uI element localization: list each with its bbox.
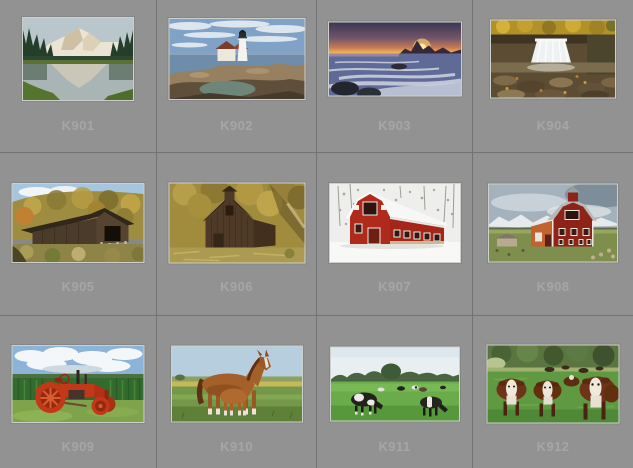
photo-k904-scene <box>491 21 615 98</box>
photo-k908-scene <box>489 185 617 262</box>
thumbnail-k901[interactable] <box>22 17 134 101</box>
gallery-item[interactable]: K904 <box>473 0 633 152</box>
photo-k905-scene <box>13 184 144 262</box>
gallery-item[interactable]: K909 <box>0 316 156 468</box>
thumbnail-label: K910 <box>157 440 316 454</box>
photo-k910-scene <box>172 347 302 422</box>
thumbnail-label: K908 <box>473 280 633 294</box>
photo-k909-scene <box>13 346 144 422</box>
thumbnail-k911[interactable] <box>330 347 460 422</box>
gallery-item[interactable]: K906 <box>157 153 316 315</box>
photo-grid: K901 <box>0 0 633 468</box>
photo-k907-scene <box>330 184 460 262</box>
gallery-item[interactable]: K910 <box>157 316 316 468</box>
gallery-item[interactable]: K911 <box>317 316 472 468</box>
thumbnail-k910[interactable] <box>171 346 303 423</box>
thumbnail-k903[interactable] <box>328 22 462 97</box>
gallery-item[interactable]: K912 <box>473 316 633 468</box>
gallery-item[interactable]: K902 <box>157 0 316 152</box>
thumbnail-label: K909 <box>0 440 156 454</box>
gallery-item[interactable]: K903 <box>317 0 472 152</box>
photo-k906-scene <box>169 184 304 263</box>
thumbnail-label: K906 <box>157 280 316 294</box>
gallery-item[interactable]: K901 <box>0 0 156 152</box>
photo-k911-scene <box>331 348 459 421</box>
thumbnail-k906[interactable] <box>168 183 305 264</box>
thumbnail-label: K912 <box>473 440 633 454</box>
thumbnail-label: K904 <box>473 119 633 133</box>
thumbnail-label: K907 <box>317 280 472 294</box>
gallery-item[interactable]: K908 <box>473 153 633 315</box>
thumbnail-k904[interactable] <box>490 20 616 99</box>
thumbnail-label: K902 <box>157 119 316 133</box>
photo-k901-scene <box>23 18 133 100</box>
photo-k912-scene <box>488 346 619 423</box>
thumbnail-k905[interactable] <box>12 183 145 263</box>
gallery-item[interactable]: K907 <box>317 153 472 315</box>
thumbnail-k908[interactable] <box>488 184 618 263</box>
thumbnail-label: K911 <box>317 440 472 454</box>
gallery-item[interactable]: K905 <box>0 153 156 315</box>
thumbnail-k912[interactable] <box>487 345 620 424</box>
thumbnail-label: K903 <box>317 119 472 133</box>
thumbnail-label: K905 <box>0 280 156 294</box>
thumbnail-label: K901 <box>0 119 156 133</box>
photo-k902-scene <box>169 19 304 99</box>
thumbnail-k902[interactable] <box>168 18 305 100</box>
thumbnail-k907[interactable] <box>329 183 461 263</box>
thumbnail-k909[interactable] <box>12 345 145 423</box>
photo-k903-scene <box>329 23 461 96</box>
